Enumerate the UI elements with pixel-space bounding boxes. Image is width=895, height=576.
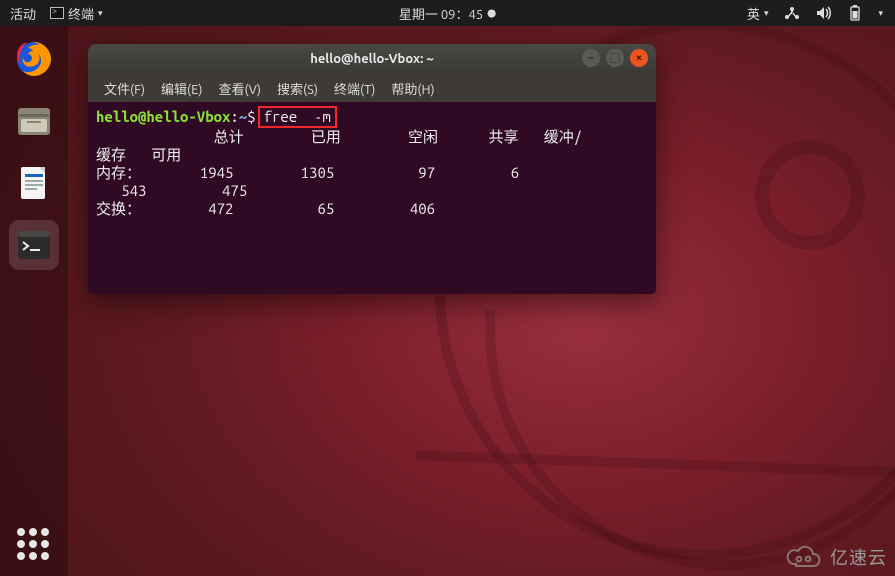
active-app-menu[interactable]: 终端 ▾	[50, 4, 103, 23]
menu-edit[interactable]: 编辑(E)	[155, 76, 208, 101]
files-icon	[13, 100, 55, 142]
mem-free: 97	[418, 164, 435, 181]
window-title: hello@hello-Vbox: ~	[310, 52, 434, 66]
terminal-output[interactable]: hello@hello-Vbox:~$free -m 总计 已用 空闲 共享 缓…	[88, 102, 656, 294]
chevron-down-icon: ▾	[98, 8, 103, 19]
clock-text: 星期一 09：45	[399, 4, 483, 23]
swap-free: 406	[410, 200, 435, 217]
menu-terminal[interactable]: 终端(T)	[328, 76, 381, 101]
activities-button[interactable]: 活动	[10, 4, 36, 23]
menu-help[interactable]: 帮助(H)	[385, 76, 440, 101]
ime-label: 英	[747, 4, 760, 23]
terminal-menubar: 文件(F) 编辑(E) 查看(V) 搜索(S) 终端(T) 帮助(H)	[88, 74, 656, 102]
hdr-buff-a: 缓冲/	[544, 128, 582, 145]
active-app-label: 终端	[68, 4, 94, 23]
watermark-text: 亿速云	[830, 544, 887, 570]
prompt-sigil: $	[247, 108, 255, 125]
window-titlebar[interactable]: hello@hello-Vbox: ~ – □ ×	[88, 44, 656, 74]
highlighted-command: free -m	[258, 106, 337, 128]
watermark: 亿速云	[784, 544, 887, 570]
hdr-free: 空闲	[408, 128, 438, 145]
cloud-icon	[784, 544, 824, 570]
hdr-used: 已用	[311, 128, 341, 145]
window-close-button[interactable]: ×	[630, 49, 648, 67]
menu-search[interactable]: 搜索(S)	[271, 76, 324, 101]
network-icon[interactable]	[784, 6, 800, 20]
row-swap-label: 交换：	[96, 200, 141, 217]
hdr-buff-b: 缓存	[96, 146, 126, 163]
show-applications-button[interactable]	[17, 528, 51, 562]
dock-item-terminal[interactable]	[9, 220, 59, 270]
launcher-dock	[0, 26, 68, 576]
prompt-colon: :	[230, 108, 238, 125]
notification-dot-icon: ●	[487, 7, 496, 20]
hdr-total: 总计	[214, 128, 244, 145]
window-maximize-button[interactable]: □	[606, 49, 624, 67]
mem-total: 1945	[200, 164, 234, 181]
battery-icon[interactable]	[848, 5, 862, 21]
firefox-icon	[13, 38, 55, 80]
mem-buffcache: 543	[121, 182, 146, 199]
terminal-window: hello@hello-Vbox: ~ – □ × 文件(F) 编辑(E) 查看…	[88, 44, 656, 294]
hdr-avail: 可用	[151, 146, 181, 163]
mem-available: 475	[222, 182, 247, 199]
top-bar: 活动 终端 ▾ 星期一 09：45 ● 英 ▾ ▾	[0, 0, 895, 26]
menu-view[interactable]: 查看(V)	[213, 76, 267, 101]
chevron-down-icon: ▾	[764, 8, 769, 19]
mem-shared: 6	[511, 164, 519, 181]
swap-used: 65	[317, 200, 334, 217]
dock-item-firefox[interactable]	[9, 34, 59, 84]
window-minimize-button[interactable]: –	[582, 49, 600, 67]
document-icon	[13, 162, 55, 204]
mem-used: 1305	[301, 164, 335, 181]
prompt-user-host: hello@hello-Vbox	[96, 108, 230, 125]
terminal-icon	[50, 7, 64, 19]
clock-menu[interactable]: 星期一 09：45 ●	[399, 4, 496, 23]
prompt-path: ~	[239, 108, 247, 125]
volume-icon[interactable]	[816, 6, 832, 20]
dock-item-writer[interactable]	[9, 158, 59, 208]
hdr-shared: 共享	[488, 128, 518, 145]
menu-file[interactable]: 文件(F)	[98, 76, 151, 101]
terminal-app-icon	[13, 224, 55, 266]
system-menu-chevron-icon[interactable]: ▾	[878, 8, 883, 19]
dock-item-files[interactable]	[9, 96, 59, 146]
swap-total: 472	[208, 200, 233, 217]
ime-menu[interactable]: 英 ▾	[747, 4, 769, 23]
row-mem-label: 内存：	[96, 164, 141, 181]
